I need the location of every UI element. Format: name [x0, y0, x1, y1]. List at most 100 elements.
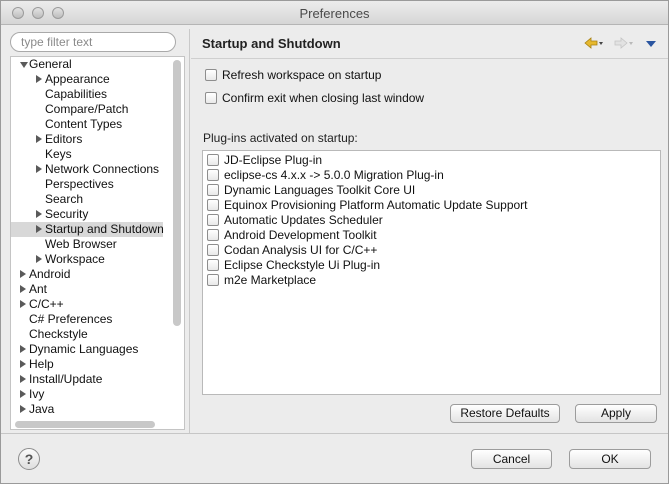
tree-item-help[interactable]: Help	[11, 357, 163, 372]
tree-item-c-c[interactable]: C/C++	[11, 297, 163, 312]
tree-item-android[interactable]: Android	[11, 267, 163, 282]
collapsed-arrow-icon[interactable]	[20, 375, 26, 383]
footer-divider	[1, 433, 668, 434]
plugin-checkbox[interactable]	[207, 214, 219, 226]
tree-item-label: Web Browser	[45, 237, 117, 251]
plugins-label: Plug-ins activated on startup:	[203, 131, 358, 145]
view-menu-icon[interactable]	[646, 41, 656, 47]
plugin-label: Codan Analysis UI for C/C++	[224, 243, 378, 257]
tree-item-label: Workspace	[45, 252, 105, 266]
help-icon[interactable]: ?	[18, 448, 40, 470]
tree-item-checkstyle[interactable]: Checkstyle	[11, 327, 163, 342]
tree-item-appearance[interactable]: Appearance	[11, 72, 163, 87]
plugin-checkbox[interactable]	[207, 199, 219, 211]
preferences-tree[interactable]: Java Ivy Install/Update Help Dynamic Languag…	[10, 56, 185, 430]
tree-item-label: General	[29, 57, 72, 71]
tree-item-label: Dynamic Languages	[29, 342, 139, 356]
plugin-checkbox[interactable]	[207, 154, 219, 166]
tree-item-label: C# Preferences	[29, 312, 113, 326]
tree-item-label: Ant	[29, 282, 48, 296]
window-title: Preferences	[299, 6, 370, 21]
tree-item-c-preferences[interactable]: C# Preferences	[11, 312, 163, 327]
tree-item-install-update[interactable]: Install/Update	[11, 372, 163, 387]
expanded-arrow-icon[interactable]	[20, 62, 28, 68]
pane-splitter[interactable]	[189, 29, 190, 433]
tree-item-editors[interactable]: Editors	[11, 132, 163, 147]
tree-item-workspace[interactable]: Workspace	[11, 252, 163, 267]
tree-item-label: Content Types	[45, 117, 123, 131]
tree-item-label: Help	[29, 357, 54, 371]
tree-item-network-connections[interactable]: Network Connections	[11, 162, 163, 177]
tree-item-keys[interactable]: Keys	[11, 147, 163, 162]
collapsed-arrow-icon[interactable]	[20, 270, 26, 278]
forward-arrow-icon[interactable]	[614, 37, 634, 49]
tree-item-label: Android	[29, 267, 71, 281]
page-navigation	[584, 35, 660, 51]
plugin-label: Eclipse Checkstyle Ui Plug-in	[224, 258, 381, 272]
tree-item-label: Security	[45, 207, 89, 221]
plugin-checkbox[interactable]	[207, 229, 219, 241]
confirm-exit-checkbox[interactable]	[205, 92, 217, 104]
plugin-label: m2e Marketplace	[224, 273, 317, 287]
tree-item-startup-and-shutdown[interactable]: Startup and Shutdown	[11, 222, 164, 237]
tree-item-java[interactable]: Java	[11, 402, 163, 417]
tree-item-ivy[interactable]: Ivy	[11, 387, 163, 402]
plugin-checkbox[interactable]	[207, 244, 219, 256]
tree-item-web-browser[interactable]: Web Browser	[11, 237, 163, 252]
tree-item-label: Perspectives	[45, 177, 114, 191]
tree-item-label: Compare/Patch	[45, 102, 129, 116]
title-bar: Preferences	[1, 1, 668, 25]
plugin-label: eclipse-cs 4.x.x -> 5.0.0 Migration Plug…	[224, 168, 444, 182]
tree-item-label: Appearance	[45, 72, 110, 86]
tree-item-label: Keys	[45, 147, 72, 161]
tree-item-capabilities[interactable]: Capabilities	[11, 87, 163, 102]
tree-item-content-types[interactable]: Content Types	[11, 117, 163, 132]
tree-item-label: Editors	[45, 132, 83, 146]
collapsed-arrow-icon[interactable]	[20, 285, 26, 293]
collapsed-arrow-icon[interactable]	[20, 360, 26, 368]
confirm-exit-label: Confirm exit when closing last window	[222, 91, 425, 105]
collapsed-arrow-icon[interactable]	[36, 75, 42, 83]
plugin-checkbox[interactable]	[207, 274, 219, 286]
tree-item-label: Java	[29, 402, 55, 416]
tree-item-label: Startup and Shutdown	[45, 222, 164, 236]
collapsed-arrow-icon[interactable]	[20, 345, 26, 353]
collapsed-arrow-icon[interactable]	[36, 210, 42, 218]
restore-defaults-button[interactable]: Restore Defaults	[450, 404, 560, 423]
collapsed-arrow-icon[interactable]	[36, 165, 42, 173]
plugin-label: Automatic Updates Scheduler	[224, 213, 383, 227]
refresh-workspace-checkbox[interactable]	[205, 69, 217, 81]
collapsed-arrow-icon[interactable]	[36, 255, 42, 263]
collapsed-arrow-icon[interactable]	[36, 135, 42, 143]
apply-button[interactable]: Apply	[575, 404, 657, 423]
collapsed-arrow-icon[interactable]	[20, 300, 26, 308]
cancel-button[interactable]: Cancel	[471, 449, 552, 469]
back-arrow-icon[interactable]	[584, 37, 604, 49]
tree-item-general[interactable]: General	[11, 57, 163, 72]
tree-item-compare-patch[interactable]: Compare/Patch	[11, 102, 163, 117]
collapsed-arrow-icon[interactable]	[36, 225, 42, 233]
tree-item-label: Network Connections	[45, 162, 160, 176]
tree-vertical-scrollbar[interactable]	[173, 60, 181, 326]
ok-button[interactable]: OK	[569, 449, 651, 469]
tree-item-label: Install/Update	[29, 372, 103, 386]
tree-item-ant[interactable]: Ant	[11, 282, 163, 297]
tree-item-security[interactable]: Security	[11, 207, 163, 222]
plugin-label: JD-Eclipse Plug-in	[224, 153, 323, 167]
filter-input[interactable]	[10, 32, 176, 52]
tree-item-search[interactable]: Search	[11, 192, 163, 207]
tree-item-label: Search	[45, 192, 84, 206]
tree-item-perspectives[interactable]: Perspectives	[11, 177, 163, 192]
plugins-list[interactable]: JD-Eclipse Plug-in eclipse-cs 4.x.x -> 5.…	[202, 150, 661, 395]
plugin-checkbox[interactable]	[207, 169, 219, 181]
tree-item-label: Checkstyle	[29, 327, 88, 341]
plugin-checkbox[interactable]	[207, 184, 219, 196]
tree-horizontal-scrollbar[interactable]	[15, 421, 155, 428]
refresh-workspace-label: Refresh workspace on startup	[222, 68, 382, 82]
tree-item-label: Capabilities	[45, 87, 108, 101]
plugin-checkbox[interactable]	[207, 259, 219, 271]
header-divider	[191, 58, 668, 59]
collapsed-arrow-icon[interactable]	[20, 390, 26, 398]
tree-item-dynamic-languages[interactable]: Dynamic Languages	[11, 342, 163, 357]
collapsed-arrow-icon[interactable]	[20, 405, 26, 413]
